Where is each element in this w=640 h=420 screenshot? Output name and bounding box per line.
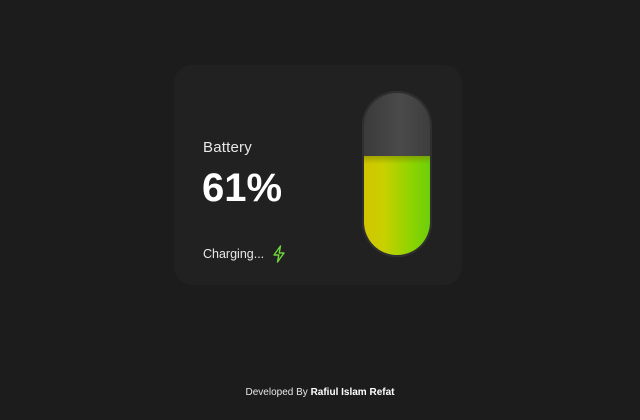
charging-status-text: Charging... (203, 247, 265, 261)
battery-fill-level (364, 156, 430, 255)
battery-indicator (362, 91, 432, 257)
lightning-bolt-icon (272, 245, 286, 263)
charging-status: Charging... (203, 245, 286, 263)
battery-card: Battery 61% Charging... (174, 65, 462, 285)
footer-author: Rafiul Islam Refat (310, 387, 395, 398)
battery-label: Battery (203, 139, 252, 156)
footer-credit: Developed By Rafiul Islam Refat (0, 387, 640, 398)
page: Battery 61% Charging... Developed By Raf… (0, 0, 640, 420)
battery-percent: 61% (202, 166, 283, 210)
footer-prefix: Developed By (245, 387, 308, 398)
